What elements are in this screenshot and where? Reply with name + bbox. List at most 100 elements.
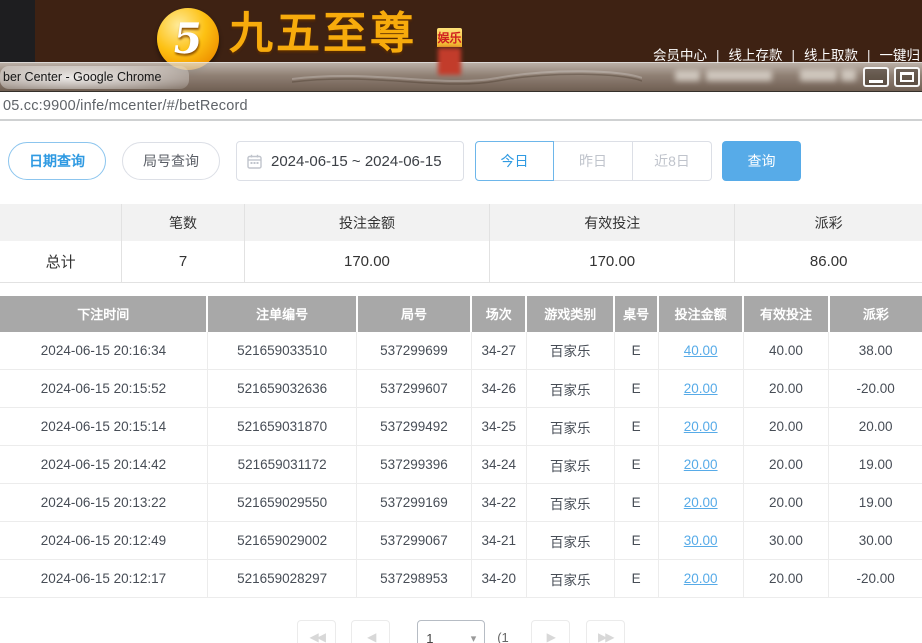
summary-table: 笔数 投注金额 有效投注 派彩 总计 7 170.00 170.00 86.00: [0, 204, 922, 283]
maximize-button[interactable]: [894, 67, 920, 87]
date-range-picker[interactable]: 2024-06-15 ~ 2024-06-15: [236, 141, 464, 181]
session: 34-22: [471, 484, 526, 522]
round-id: 537298953: [357, 560, 471, 598]
quick-yesterday-button[interactable]: 昨日: [554, 141, 633, 181]
table-row: 2024-06-15 20:15:52 521659032636 5372996…: [0, 370, 922, 408]
payout-value: 30.00: [829, 522, 922, 560]
nav-separator: |: [716, 48, 720, 63]
nav-one-key-transfer[interactable]: 一键归: [880, 48, 921, 63]
bet-table-header-row: 下注时间 注单编号 局号 场次 游戏类别 桌号 投注金额 有效投注 派彩: [0, 296, 922, 332]
nav-separator: |: [791, 48, 795, 63]
game-type: 百家乐: [526, 560, 614, 598]
search-button[interactable]: 查询: [722, 141, 801, 181]
bet-time: 2024-06-15 20:12:17: [0, 560, 207, 598]
last-page-button[interactable]: ▶▶: [586, 620, 625, 643]
flourish-decoration: [292, 64, 642, 90]
valid-bet: 40.00: [743, 332, 829, 370]
first-page-button[interactable]: ◀◀: [297, 620, 336, 643]
bet-amount-link[interactable]: 20.00: [684, 419, 718, 434]
bet-record-table: 下注时间 注单编号 局号 场次 游戏类别 桌号 投注金额 有效投注 派彩 202…: [0, 296, 922, 599]
quick-today-button[interactable]: 今日: [475, 141, 554, 181]
window-title: ber Center - Google Chrome: [0, 66, 189, 89]
bet-id: 521659028297: [207, 560, 356, 598]
date-range-value[interactable]: 2024-06-15 ~ 2024-06-15: [271, 153, 442, 170]
bet-amount-link[interactable]: 20.00: [684, 571, 718, 586]
next-page-button[interactable]: ▶: [531, 620, 570, 643]
table-row: 2024-06-15 20:15:14 521659031870 5372994…: [0, 408, 922, 446]
col-payout: 派彩: [829, 296, 922, 332]
prev-page-button[interactable]: ◀: [351, 620, 390, 643]
col-session: 场次: [471, 296, 526, 332]
tab-date-query[interactable]: 日期查询: [8, 142, 106, 180]
col-game-type: 游戏类别: [526, 296, 614, 332]
bet-id: 521659032636: [207, 370, 356, 408]
bet-id: 521659031172: [207, 446, 356, 484]
summary-count: 7: [122, 241, 245, 282]
payout-value: 38.00: [829, 332, 922, 370]
filter-row: 日期查询 局号查询 2024-06-15 ~ 2024-06-15 今日 昨日 …: [8, 141, 922, 181]
quick-last8-button[interactable]: 近8日: [633, 141, 712, 181]
session: 34-26: [471, 370, 526, 408]
table-row: 2024-06-15 20:16:34 521659033510 5372996…: [0, 332, 922, 370]
payout-value: 20.00: [829, 408, 922, 446]
minimize-button[interactable]: [863, 67, 889, 87]
valid-bet: 20.00: [743, 560, 829, 598]
summary-header-count: 笔数: [122, 204, 245, 241]
summary-valid-bet: 170.00: [490, 241, 735, 282]
bet-amount-link[interactable]: 20.00: [684, 457, 718, 472]
bet-id: 521659033510: [207, 332, 356, 370]
page-select[interactable]: 1 ▾: [417, 620, 485, 643]
site-nav: 会员中心|线上存款|线上取款|一键归: [653, 44, 920, 64]
bet-amount-link[interactable]: 40.00: [684, 343, 718, 358]
background-strip: [0, 0, 35, 62]
bet-time: 2024-06-15 20:15:14: [0, 408, 207, 446]
bet-amount-link[interactable]: 20.00: [684, 381, 718, 396]
url-bar[interactable]: 05.cc:9900/infe/mcenter/#/betRecord: [0, 92, 922, 121]
bet-record-page: 日期查询 局号查询 2024-06-15 ~ 2024-06-15 今日 昨日 …: [0, 121, 922, 643]
round-id: 537299169: [357, 484, 471, 522]
payout-value: -20.00: [829, 370, 922, 408]
logo-five-glyph: 5: [170, 18, 205, 60]
bet-amount-link[interactable]: 30.00: [684, 533, 718, 548]
game-type: 百家乐: [526, 446, 614, 484]
payout-value: -20.00: [829, 560, 922, 598]
first-page-icon: ◀◀: [309, 630, 323, 643]
round-id: 537299607: [357, 370, 471, 408]
bet-time: 2024-06-15 20:12:49: [0, 522, 207, 560]
site-logo: 5 九五至尊: [157, 8, 417, 70]
redacted-user-info: [800, 69, 837, 81]
badge-redacted-block: [438, 48, 461, 75]
table-no: E: [614, 332, 658, 370]
round-id: 537299492: [357, 408, 471, 446]
bet-id: 521659029002: [207, 522, 356, 560]
pagination-info: (1: [497, 630, 509, 643]
table-no: E: [614, 560, 658, 598]
summary-bet-amount: 170.00: [244, 241, 489, 282]
nav-member-center[interactable]: 会员中心: [653, 48, 707, 63]
nav-online-deposit[interactable]: 线上存款: [728, 48, 782, 63]
session: 34-24: [471, 446, 526, 484]
nav-online-withdraw[interactable]: 线上取款: [804, 48, 858, 63]
table-row: 2024-06-15 20:13:22 521659029550 5372991…: [0, 484, 922, 522]
summary-header-valid-bet: 有效投注: [490, 204, 735, 241]
table-no: E: [614, 408, 658, 446]
bet-time: 2024-06-15 20:15:52: [0, 370, 207, 408]
summary-payout: 86.00: [735, 241, 922, 282]
screen: 5 九五至尊 娱乐 会员中心|线上存款|线上取款|一键归 ber Center …: [0, 0, 922, 643]
table-row: 2024-06-15 20:14:42 521659031172 5372993…: [0, 446, 922, 484]
pagination: ◀◀ ◀ 1 ▾ (1 ▶ ▶▶: [0, 620, 922, 643]
url-text[interactable]: 05.cc:9900/infe/mcenter/#/betRecord: [0, 98, 248, 114]
bet-time: 2024-06-15 20:16:34: [0, 332, 207, 370]
summary-total-label: 总计: [0, 241, 122, 282]
tab-round-query[interactable]: 局号查询: [122, 142, 220, 180]
table-row: 2024-06-15 20:12:49 521659029002 5372990…: [0, 522, 922, 560]
bet-amount-link[interactable]: 20.00: [684, 495, 718, 510]
session: 34-21: [471, 522, 526, 560]
valid-bet: 30.00: [743, 522, 829, 560]
table-no: E: [614, 370, 658, 408]
game-type: 百家乐: [526, 522, 614, 560]
redacted-user-info: [841, 69, 856, 81]
table-no: E: [614, 446, 658, 484]
site-title: 九五至尊: [229, 8, 417, 60]
valid-bet: 20.00: [743, 446, 829, 484]
